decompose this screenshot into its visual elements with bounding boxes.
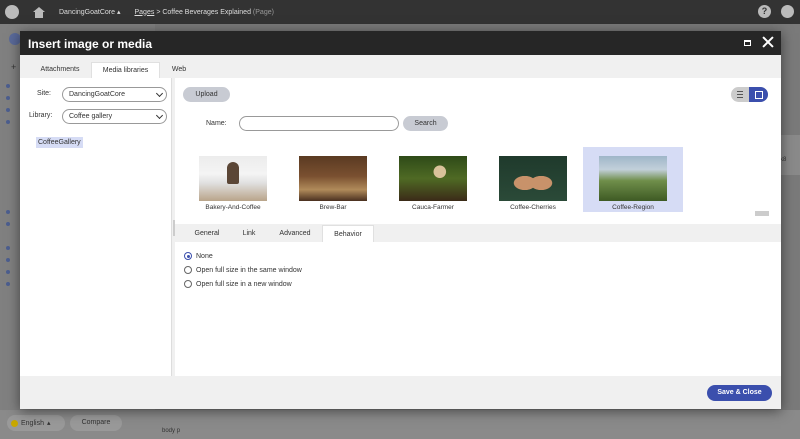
library-select[interactable]: Coffee gallery bbox=[62, 109, 167, 124]
tab-advanced[interactable]: Advanced bbox=[271, 225, 319, 242]
behavior-option-label: None bbox=[196, 252, 213, 260]
media-item-label: Bakery-And-Coffee bbox=[205, 204, 261, 211]
radio-button[interactable] bbox=[184, 252, 192, 260]
behavior-option-new-window[interactable]: Open full size in a new window bbox=[184, 279, 292, 289]
media-item-label: Coffee-Region bbox=[612, 204, 654, 211]
tab-web[interactable]: Web bbox=[166, 62, 192, 78]
media-thumbnail bbox=[199, 156, 267, 201]
media-item-label: Cauca-Farmer bbox=[412, 204, 454, 211]
media-item-bakery-and-coffee[interactable]: Bakery-And-Coffee bbox=[183, 147, 283, 212]
element-path: body p bbox=[162, 428, 180, 434]
help-icon[interactable]: ? bbox=[758, 5, 771, 18]
breadcrumb-page: Coffee Beverages Explained bbox=[162, 8, 251, 16]
tree-node-icon bbox=[6, 246, 10, 250]
close-icon[interactable] bbox=[761, 35, 775, 49]
media-item-label: Brew-Bar bbox=[319, 204, 347, 211]
tab-link[interactable]: Link bbox=[233, 225, 265, 242]
tree-node-icon bbox=[6, 222, 10, 226]
tree-node-icon bbox=[6, 270, 10, 274]
language-label: English bbox=[21, 419, 44, 427]
site-select-value: DancingGoatCore bbox=[69, 91, 126, 98]
tab-media-libraries[interactable]: Media libraries bbox=[91, 62, 160, 78]
tab-general[interactable]: General bbox=[187, 225, 227, 242]
insert-media-dialog: Insert image or media Attachments Media … bbox=[20, 31, 781, 409]
behavior-option-label: Open full size in a new window bbox=[196, 280, 292, 288]
add-icon: + bbox=[11, 62, 17, 72]
site-select[interactable]: DancingGoatCore bbox=[62, 87, 167, 102]
media-item-cauca-farmer[interactable]: Cauca-Farmer bbox=[383, 147, 483, 212]
media-item-coffee-cherries[interactable]: Coffee-Cherries bbox=[483, 147, 583, 212]
dialog-header: Insert image or media bbox=[20, 31, 781, 55]
breadcrumb-page-type: (Page) bbox=[252, 8, 274, 16]
maximize-icon[interactable] bbox=[744, 40, 751, 46]
media-item-brew-bar[interactable]: Brew-Bar bbox=[283, 147, 383, 212]
tab-attachments[interactable]: Attachments bbox=[32, 62, 88, 78]
tree-node-icon bbox=[6, 120, 10, 124]
dialog-title: Insert image or media bbox=[28, 37, 153, 51]
media-thumbnail bbox=[399, 156, 467, 201]
thumbnail-view-icon[interactable] bbox=[749, 87, 768, 102]
top-bar: DancingGoatCore ▴ Pages > Coffee Beverag… bbox=[0, 0, 800, 24]
list-view-icon[interactable] bbox=[731, 87, 749, 102]
site-label: Site: bbox=[37, 90, 52, 97]
pane-resize-handle[interactable] bbox=[755, 211, 769, 216]
tab-behavior[interactable]: Behavior bbox=[322, 225, 374, 242]
tree-node-icon bbox=[6, 84, 10, 88]
tree-node-icon bbox=[6, 210, 10, 214]
tree-node-icon bbox=[6, 282, 10, 286]
upload-button[interactable]: Upload bbox=[183, 87, 230, 102]
name-search-input[interactable] bbox=[239, 116, 399, 131]
breadcrumb-separator: > bbox=[156, 8, 161, 16]
tree-item-coffeegallery[interactable]: CoffeeGallery bbox=[36, 137, 83, 148]
view-mode-toggle bbox=[731, 87, 768, 102]
behavior-option-same-window[interactable]: Open full size in the same window bbox=[184, 265, 302, 275]
media-item-coffee-region[interactable]: Coffee-Region bbox=[583, 147, 683, 212]
compare-button[interactable]: Compare bbox=[70, 415, 122, 431]
properties-tabs: General Link Advanced Behavior bbox=[175, 224, 781, 242]
tree-node-icon bbox=[6, 258, 10, 262]
dialog-footer: Save & Close bbox=[20, 376, 781, 409]
flag-icon bbox=[11, 419, 18, 427]
save-and-close-button[interactable]: Save & Close bbox=[707, 385, 772, 401]
chevron-down-icon bbox=[155, 89, 164, 98]
behavior-option-label: Open full size in the same window bbox=[196, 266, 302, 274]
tree-node-icon bbox=[6, 96, 10, 100]
element-path-body[interactable]: body bbox=[162, 428, 175, 434]
library-select-value: Coffee gallery bbox=[69, 113, 113, 120]
behavior-option-none[interactable]: None bbox=[184, 251, 213, 261]
media-thumbnail bbox=[599, 156, 667, 201]
media-thumbnail bbox=[299, 156, 367, 201]
name-label: Name: bbox=[206, 120, 227, 127]
site-selector[interactable]: DancingGoatCore ▴ bbox=[59, 8, 121, 16]
breadcrumb-pages-link[interactable]: Pages bbox=[135, 9, 155, 16]
library-label: Library: bbox=[29, 112, 53, 119]
breadcrumb: Pages > Coffee Beverages Explained (Page… bbox=[135, 9, 274, 16]
user-avatar-icon[interactable] bbox=[781, 5, 794, 18]
site-name: DancingGoatCore bbox=[59, 9, 116, 16]
media-item-label: Coffee-Cherries bbox=[510, 204, 556, 211]
library-panel: Site: DancingGoatCore Library: Coffee ga… bbox=[20, 78, 172, 376]
home-icon[interactable] bbox=[33, 6, 45, 18]
radio-button[interactable] bbox=[184, 280, 192, 288]
tree-node-icon bbox=[6, 108, 10, 112]
search-button[interactable]: Search bbox=[403, 116, 448, 131]
chevron-down-icon bbox=[155, 111, 164, 120]
dialog-tabs: Attachments Media libraries Web bbox=[20, 55, 781, 78]
language-selector[interactable]: English ▴ bbox=[7, 415, 65, 431]
radio-button[interactable] bbox=[184, 266, 192, 274]
app-logo-icon[interactable] bbox=[5, 5, 19, 19]
media-thumbnail bbox=[499, 156, 567, 201]
element-path-p[interactable]: p bbox=[177, 428, 180, 434]
behavior-options: None Open full size in the same window O… bbox=[175, 242, 781, 376]
